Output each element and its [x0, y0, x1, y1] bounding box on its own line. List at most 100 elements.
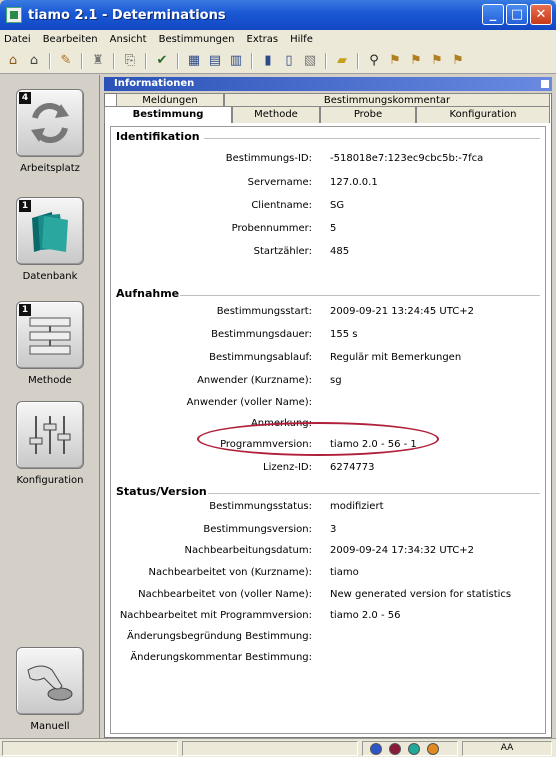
- filter-icon[interactable]: ⚑: [386, 52, 404, 70]
- sliders-icon: [29, 416, 71, 454]
- report-icon[interactable]: ▤: [206, 52, 224, 70]
- tab-methode[interactable]: Methode: [232, 106, 320, 123]
- field-value: 2009-09-21 13:24:45 UTC+2: [330, 306, 474, 317]
- maximize-button[interactable]: □: [506, 4, 528, 25]
- filter-remove-icon[interactable]: ⚑: [428, 52, 446, 70]
- field-label: Anwender (voller Name):: [186, 397, 312, 408]
- konfiguration-button[interactable]: [16, 401, 84, 469]
- home-icon[interactable]: ⌂: [25, 52, 43, 70]
- section-identifikation: Identifikation: [116, 130, 200, 143]
- field-row: Anwender (Kurzname): sg: [112, 375, 542, 389]
- field-value: New generated version for statistics: [330, 589, 512, 600]
- sidebar-item-methode[interactable]: 1 Methode: [0, 301, 100, 386]
- panel-restore-icon[interactable]: [541, 80, 549, 88]
- field-value: 485: [330, 246, 350, 257]
- sidebar-item-manuell[interactable]: Manuell: [0, 647, 100, 732]
- field-row: Bestimmungsstart: 2009-09-21 13:24:45 UTC…: [112, 306, 542, 320]
- tab-probe[interactable]: Probe: [320, 106, 416, 123]
- field-value: modifiziert: [330, 501, 384, 512]
- menu-datei[interactable]: Datei: [4, 34, 31, 45]
- filter-add-icon[interactable]: ⚑: [407, 52, 425, 70]
- grid-icon[interactable]: ▥: [227, 52, 245, 70]
- refresh-icon: [31, 102, 69, 144]
- menu-bearbeiten[interactable]: Bearbeiten: [43, 34, 98, 45]
- sign-icon[interactable]: ✔: [153, 52, 171, 70]
- field-value: 155 s: [330, 329, 358, 340]
- calc-icon[interactable]: ▧: [301, 52, 319, 70]
- menu-bestimmungen[interactable]: Bestimmungen: [159, 34, 235, 45]
- badge: 1: [19, 200, 31, 212]
- field-value: tiamo: [330, 567, 359, 578]
- arbeitsplatz-button[interactable]: 4: [16, 89, 84, 157]
- field-label: Lizenz-ID:: [263, 462, 312, 473]
- table-icon[interactable]: ▦: [185, 52, 203, 70]
- tab-meldungen[interactable]: Meldungen: [116, 93, 224, 106]
- field-value: SG: [330, 200, 345, 211]
- field-label: Bestimmungsstart:: [216, 306, 312, 317]
- sidebar-item-konfiguration[interactable]: Konfiguration: [0, 401, 100, 486]
- tab-bestimmung[interactable]: Bestimmung: [104, 106, 232, 123]
- menu-ansicht[interactable]: Ansicht: [110, 34, 147, 45]
- field-row: Änderungskommentar Bestimmung:: [112, 652, 542, 666]
- field-value: -518018e7:123ec9cbc5b:-7fca: [330, 153, 484, 164]
- methode-button[interactable]: 1: [16, 301, 84, 369]
- method-icon: [29, 317, 71, 355]
- sidebar-item-label: Konfiguration: [16, 475, 84, 486]
- datenbank-button[interactable]: 1: [16, 197, 84, 265]
- field-label: Bestimmungsstatus:: [209, 501, 312, 512]
- status-dot-icon: [389, 743, 401, 755]
- badge: 1: [19, 304, 31, 316]
- menu-bar: Datei Bearbeiten Ansicht Bestimmungen Ex…: [0, 30, 556, 48]
- field-label: Bestimmungsversion:: [203, 524, 312, 535]
- panel-title: Informationen: [104, 77, 552, 91]
- stats-icon[interactable]: ▯: [280, 52, 298, 70]
- toolbar-separator: [145, 52, 147, 69]
- toolbar-separator: [357, 52, 359, 69]
- divider: [208, 493, 540, 494]
- edit-icon[interactable]: ✎: [57, 52, 75, 70]
- close-button[interactable]: ✕: [530, 4, 552, 25]
- tab-konfiguration[interactable]: Konfiguration: [416, 106, 550, 123]
- menu-hilfe[interactable]: Hilfe: [290, 34, 313, 45]
- toolbar-separator: [325, 52, 327, 69]
- field-value: 127.0.0.1: [330, 177, 378, 188]
- folder-icon[interactable]: ▰: [333, 52, 351, 70]
- manuell-button[interactable]: [16, 647, 84, 715]
- sidebar-item-datenbank[interactable]: 1 Datenbank: [0, 197, 100, 282]
- menu-extras[interactable]: Extras: [247, 34, 279, 45]
- chart-icon[interactable]: ▮: [259, 52, 277, 70]
- filter-edit-icon[interactable]: ⚑: [449, 52, 467, 70]
- status-dot-icon: [408, 743, 420, 755]
- window-title: tiamo 2.1 - Determinations: [28, 7, 226, 23]
- field-label: Bestimmungsdauer:: [211, 329, 312, 340]
- field-label: Bestimmungsablauf:: [209, 352, 312, 363]
- minimize-button[interactable]: _: [482, 4, 504, 25]
- field-label: Probennummer:: [231, 223, 312, 234]
- section-status-version: Status/Version: [116, 485, 207, 498]
- badge: 4: [19, 92, 31, 104]
- field-row: Bestimmungs-ID: -518018e7:123ec9cbc5b:-7f…: [112, 153, 542, 167]
- field-value: 5: [330, 223, 337, 234]
- search-icon[interactable]: ⚲: [365, 52, 383, 70]
- field-row: Bestimmungsstatus: modifiziert: [112, 501, 542, 515]
- field-row: Änderungsbegründung Bestimmung:: [112, 631, 542, 645]
- field-row: Nachbearbeitet mit Programmversion: tiamo…: [112, 610, 542, 624]
- title-bar: tiamo 2.1 - Determinations _ □ ✕: [0, 0, 556, 30]
- tab-bestimmungskommentar[interactable]: Bestimmungskommentar: [224, 93, 550, 106]
- field-label: Änderungsbegründung Bestimmung:: [126, 631, 312, 642]
- toolbar-separator: [251, 52, 253, 69]
- field-row: Lizenz-ID: 6274773: [112, 462, 542, 476]
- field-row: Bestimmungsablauf: Regulär mit Bemerkunge…: [112, 352, 542, 366]
- toolbar-separator: [177, 52, 179, 69]
- user-icon[interactable]: ♜: [89, 52, 107, 70]
- tab-row-bottom: Bestimmung Methode Probe Konfiguration: [104, 106, 550, 123]
- divider: [180, 295, 540, 296]
- toolbar-separator: [49, 52, 51, 69]
- sidebar-item-arbeitsplatz[interactable]: 4 Arbeitsplatz: [0, 89, 100, 174]
- copy-icon[interactable]: ⎘: [121, 52, 139, 70]
- field-row: Nachbearbeitungsdatum: 2009-09-24 17:34:3…: [112, 545, 542, 559]
- field-label: Clientname:: [251, 200, 312, 211]
- open-icon[interactable]: ⌂: [4, 52, 22, 70]
- field-row: Probennummer: 5: [112, 223, 542, 237]
- sidebar: 4 Arbeitsplatz 1 Datenbank 1 Methode Kon…: [0, 75, 100, 738]
